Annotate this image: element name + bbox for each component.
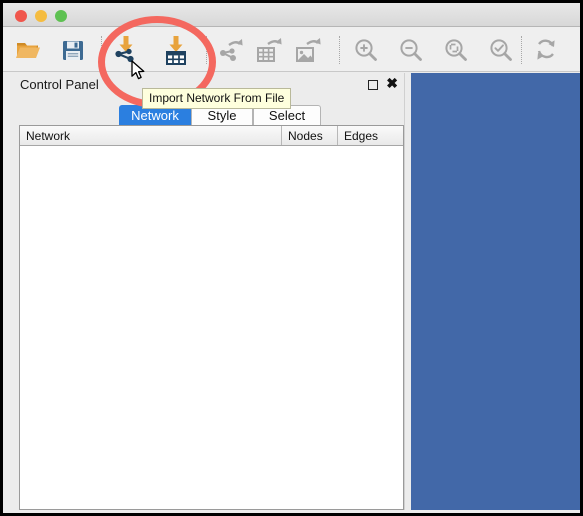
save-session-icon[interactable] (58, 35, 88, 65)
column-header-nodes[interactable]: Nodes (281, 126, 337, 145)
open-session-icon[interactable] (13, 35, 43, 65)
zoom-out-icon (396, 35, 426, 65)
import-network-icon[interactable] (111, 35, 141, 65)
export-network-icon (215, 35, 245, 65)
float-panel-icon[interactable] (368, 80, 378, 90)
tooltip: Import Network From File (142, 88, 292, 109)
zoom-in-icon (351, 35, 381, 65)
export-table-icon (254, 35, 284, 65)
window-titlebar (3, 3, 580, 27)
network-table-header: Network Nodes Edges (20, 126, 403, 146)
column-header-edges[interactable]: Edges (337, 126, 387, 145)
window-minimize-button[interactable] (35, 10, 47, 22)
network-table: Network Nodes Edges (19, 125, 404, 510)
zoom-fit-icon (441, 35, 471, 65)
window-maximize-button[interactable] (55, 10, 67, 22)
network-table-body[interactable] (20, 146, 403, 509)
control-panel-title: Control Panel (20, 77, 99, 92)
window-close-button[interactable] (15, 10, 27, 22)
import-table-icon[interactable] (161, 35, 191, 65)
column-header-network[interactable]: Network (20, 126, 281, 145)
application-window: Control Panel ✖ Network Style Select Net… (0, 0, 583, 516)
close-panel-icon[interactable]: ✖ (386, 75, 398, 91)
main-toolbar (3, 27, 580, 72)
export-image-icon (293, 35, 323, 65)
refresh-icon (531, 35, 561, 65)
network-view-canvas[interactable] (411, 73, 580, 510)
zoom-selected-icon (486, 35, 516, 65)
